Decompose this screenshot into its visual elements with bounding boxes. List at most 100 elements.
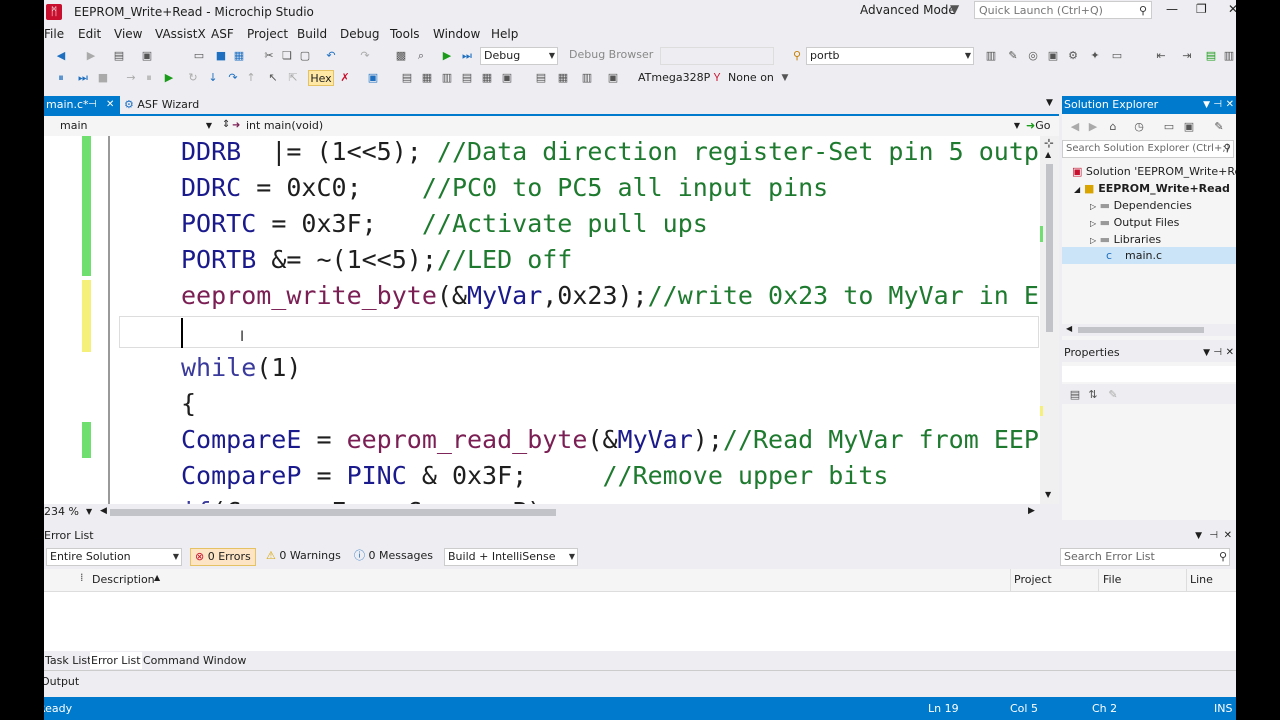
error-list-header[interactable]: Error List ▼ ⊣ ✕	[44, 527, 1236, 545]
build-icon[interactable]: ▩	[394, 49, 408, 63]
disassembly-icon[interactable]: ▤	[400, 71, 414, 85]
plugin-icon[interactable]: ✦	[1088, 49, 1102, 63]
menu-tools[interactable]: Tools	[390, 27, 420, 41]
pin-icon[interactable]: ⊣	[1213, 344, 1222, 362]
find-icon[interactable]: ⌕	[414, 49, 428, 63]
scroll-down-icon[interactable]: ▼	[1045, 490, 1051, 499]
dropdown-icon[interactable]: ▼	[1203, 96, 1210, 114]
menu-help[interactable]: Help	[491, 27, 518, 41]
column-filter-icon[interactable]: ⁞	[80, 571, 84, 584]
add-item-icon[interactable]: ▣	[140, 49, 154, 63]
zoom-level[interactable]: 234 %	[44, 505, 79, 518]
forward-icon[interactable]: ▶	[84, 49, 98, 63]
scroll-up-icon[interactable]: ▲	[1045, 150, 1051, 159]
quick-launch-input[interactable]: Quick Launch (Ctrl+Q) ⚲	[974, 1, 1152, 19]
properties-object-combo[interactable]	[1062, 366, 1236, 382]
close-button[interactable]: ✕	[1228, 2, 1236, 16]
tool-icon[interactable]: ✎	[1006, 49, 1020, 63]
redo-icon[interactable]: ↷	[358, 49, 372, 63]
menu-asf[interactable]: ASF	[211, 27, 234, 41]
chevron-down-icon[interactable]: ▼	[778, 71, 792, 85]
debug-browser-combo[interactable]: Debug Browser ▾	[566, 47, 656, 77]
alphabetical-icon[interactable]: ⇅	[1086, 388, 1100, 402]
pack-icon[interactable]: ▦	[556, 71, 570, 85]
code-line[interactable]: PORTB &= ~(1<<5);//LED off	[181, 242, 572, 278]
windows-icon[interactable]: ▣	[366, 71, 380, 85]
start-debugging-icon[interactable]: ▶	[440, 49, 454, 63]
device-programming-icon[interactable]: ▥	[984, 49, 998, 63]
go-button[interactable]: ➜Go	[1026, 117, 1058, 135]
code-line[interactable]: DDRC = 0xC0; //PC0 to PC5 all input pins	[181, 170, 828, 206]
code-line[interactable]: while(1)	[181, 350, 301, 386]
io-view-icon[interactable]: ▤	[460, 71, 474, 85]
solution-config-combo[interactable]: Debug ▼	[480, 47, 558, 65]
monitor-icon[interactable]: ▭	[1110, 49, 1124, 63]
find-in-files-icon[interactable]: ⚲	[790, 49, 804, 63]
set-next-statement-icon[interactable]: ⇱	[286, 71, 300, 85]
error-search-input[interactable]: Search Error List ⚲	[1060, 548, 1230, 566]
uncomment-icon[interactable]: ▥	[1222, 49, 1236, 63]
filter-icon[interactable]: ▼	[950, 2, 959, 16]
property-pages-icon[interactable]: ✎	[1106, 388, 1120, 402]
restore-button[interactable]: ❐	[1196, 2, 1207, 16]
menu-window[interactable]: Window	[433, 27, 480, 41]
save-all-icon[interactable]: ▦	[232, 49, 246, 63]
show-next-statement-icon[interactable]: ↻	[186, 71, 200, 85]
undo-icon[interactable]: ↶	[324, 49, 338, 63]
chevron-down-icon[interactable]: ▼	[86, 507, 92, 516]
close-icon[interactable]: ✕	[1226, 96, 1234, 114]
editor-horizontal-scrollbar[interactable]: 234 % ▼ ◀ ▶	[44, 504, 1059, 520]
step-over-icon[interactable]: ↷	[226, 71, 240, 85]
find-combo[interactable]: portb ▼	[806, 47, 974, 65]
watch-icon[interactable]: ▣	[500, 71, 514, 85]
registers-icon[interactable]: ▦	[420, 71, 434, 85]
code-line[interactable]: CompareE = eeprom_read_byte(&MyVar);//Re…	[181, 422, 1059, 458]
hex-toggle-button[interactable]: Hex	[308, 70, 334, 86]
editor-vertical-scrollbar[interactable]: ⊹ ▲ ▼	[1040, 136, 1059, 504]
show-all-icon[interactable]: ▣	[1182, 120, 1196, 134]
chip-icon[interactable]: ◎	[1026, 49, 1040, 63]
close-icon[interactable]: ✕	[1224, 527, 1232, 545]
open-file-icon[interactable]: ▭	[192, 49, 206, 63]
tab-command-window[interactable]: Command Window	[142, 652, 247, 669]
menu-debug[interactable]: Debug	[340, 27, 379, 41]
advanced-mode-label[interactable]: Advanced Mode	[860, 3, 956, 17]
stop-icon[interactable]: ■	[96, 71, 110, 85]
tree-item-main-c[interactable]: c main.c	[1062, 247, 1236, 264]
run-to-cursor-icon[interactable]: ↖	[266, 71, 280, 85]
column-file[interactable]: File	[1103, 573, 1121, 586]
tree-item-output-files[interactable]: ▷ ▬ Output Files	[1090, 216, 1179, 229]
solution-explorer-header[interactable]: Solution Explorer ▼ ⊣ ✕	[1062, 96, 1236, 114]
column-description[interactable]: Description	[92, 573, 155, 586]
scope-combo[interactable]: main ▼	[44, 117, 216, 135]
menu-build[interactable]: Build	[297, 27, 327, 41]
warnings-filter-button[interactable]: ⚠ 0 Warnings	[266, 548, 346, 566]
scroll-thumb[interactable]	[1046, 164, 1053, 332]
tab-output[interactable]: Output	[44, 673, 80, 690]
solution-search-input[interactable]: Search Solution Explorer (Ctrl+;) ⚲	[1062, 140, 1234, 158]
chip-select-icon[interactable]: ▣	[606, 71, 620, 85]
code-line[interactable]: if(CompareE == CompareP)	[181, 494, 542, 504]
restart-icon[interactable]: →	[124, 71, 138, 85]
pause-icon[interactable]: ⏸	[142, 71, 156, 85]
cut-icon[interactable]: ✂	[262, 49, 276, 63]
column-project[interactable]: Project	[1014, 573, 1052, 586]
collapse-icon[interactable]: ▭	[1162, 120, 1176, 134]
pin-icon[interactable]: ⊣	[88, 96, 97, 114]
step-icon[interactable]: ⏭	[76, 71, 90, 85]
member-combo[interactable]: ➜ int main(void) ▼	[230, 117, 1022, 135]
menu-view[interactable]: View	[114, 27, 142, 41]
minimize-button[interactable]: —	[1166, 2, 1178, 16]
save-icon[interactable]: ■	[214, 49, 228, 63]
indent-icon[interactable]: ⇤	[1154, 49, 1168, 63]
device-label[interactable]: ATmega328P	[638, 71, 710, 84]
tab-task-list[interactable]: Task List	[44, 652, 92, 669]
solution-hscroll[interactable]: ◀	[1062, 324, 1236, 336]
comment-icon[interactable]: ▤	[1204, 49, 1218, 63]
home-icon[interactable]: ⌂	[1106, 120, 1120, 134]
settings-icon[interactable]: ⚙	[1066, 49, 1080, 63]
properties-icon[interactable]: ✎	[1212, 120, 1226, 134]
back-icon[interactable]: ◀	[54, 49, 68, 63]
properties-header[interactable]: Properties ▼ ⊣ ✕	[1062, 344, 1236, 362]
menu-edit[interactable]: Edit	[78, 27, 101, 41]
